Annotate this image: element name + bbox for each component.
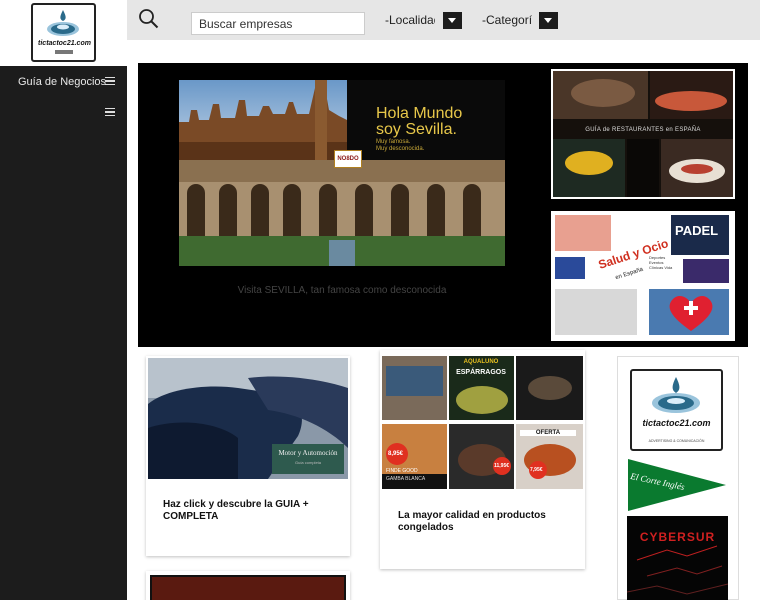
card-image — [150, 575, 346, 600]
logo-text: tictactoc21.com — [38, 40, 91, 47]
search-input[interactable] — [191, 12, 365, 35]
tictactoc-sponsor[interactable]: tictactoc21.com ADVERTISING & COMUNICACI… — [630, 369, 723, 451]
menu-icon[interactable] — [105, 108, 115, 116]
restaurant-image — [553, 71, 733, 197]
card-brand-2: FINDE GOOD — [386, 468, 418, 474]
card-price-3: 7,95€ — [530, 467, 543, 473]
card-title[interactable]: Haz click y descubre la GUIA + COMPLETA — [163, 499, 338, 523]
menu-icon[interactable] — [105, 77, 115, 85]
card-price-1: 8,95€ — [388, 451, 404, 457]
sidebar-item-guia[interactable]: Guía de Negocios — [0, 68, 127, 96]
chevron-down-icon[interactable] — [539, 12, 558, 29]
hero-subline-1: Muy famosa. — [376, 139, 411, 145]
sponsor-logo-tagline: ADVERTISING & COMUNICACIÓN — [648, 439, 705, 443]
card-title[interactable]: La mayor calidad en productos congelados — [398, 510, 568, 534]
restaurant-guide-banner[interactable]: GUÍA de RESTAURANTES en ESPAÑA — [551, 69, 735, 199]
card-image-label: Motor y Automoción — [278, 449, 338, 457]
card-congelados[interactable]: AQUALUNO ESPÁRRAGOS OFERTA 8,95€ 11,95€ … — [380, 350, 585, 569]
card-product-label: ESPÁRRAGOS — [456, 369, 506, 376]
location-select-value: -Localidad — [385, 13, 435, 27]
no8do-badge: NO8DO — [334, 150, 362, 168]
site-logo[interactable]: tictactoc21.com — [31, 3, 96, 62]
card-brand-label: AQUALUNO — [463, 359, 499, 365]
card-offer-tag: OFERTA — [520, 430, 576, 436]
health-leisure-list: Deportes Eventos Clínicas Vida — [649, 255, 673, 270]
hero-main-image[interactable]: Hola Mundo soy Sevilla. Muy famosa. Muy … — [179, 80, 505, 266]
hero-headline: Hola Mundo soy Sevilla. — [376, 105, 463, 138]
cybersur-text: CYBERSUR — [639, 530, 716, 544]
page: tictactoc21.com Guía de Negocios -Locali… — [0, 0, 760, 600]
water-drop-icon — [652, 377, 700, 413]
card-partial[interactable] — [146, 571, 350, 600]
hero-caption[interactable]: Visita SEVILLA, tan famosa como desconoc… — [179, 285, 505, 296]
cybersur-sponsor[interactable]: CYBERSUR — [627, 516, 728, 600]
search-icon[interactable] — [138, 8, 160, 30]
category-select-value: -Categoría — [482, 13, 532, 27]
sidebar-item-menu[interactable] — [0, 99, 127, 127]
chevron-down-icon[interactable] — [443, 12, 462, 29]
sidebar: Guía de Negocios — [0, 66, 127, 600]
category-select[interactable]: -Categoría — [482, 12, 558, 29]
restaurant-guide-text: GUÍA de RESTAURANTES en ESPAÑA — [585, 127, 701, 133]
el-corte-ingles-sponsor[interactable]: El Corte Inglés — [628, 459, 726, 511]
card-item: GAMBA BLANCA — [386, 476, 426, 482]
location-select[interactable]: -Localidad — [385, 12, 462, 29]
hero-subline-2: Muy desconocida. — [376, 146, 425, 152]
card-image-sub: Guía completa — [294, 460, 321, 465]
health-leisure-banner[interactable]: Salud y Ocio en España PADEL Deportes Ev… — [551, 211, 735, 341]
sponsor-logo-text: tictactoc21.com — [642, 418, 711, 428]
padel-label: PADEL — [675, 223, 719, 238]
card-price-2: 11,95€ — [494, 463, 510, 469]
logo-tagline — [55, 50, 73, 54]
card-motor[interactable]: Motor y Automoción Guía completa Haz cli… — [146, 356, 350, 556]
sidebar-item-label: Guía de Negocios — [18, 76, 107, 88]
cybersur-image — [627, 516, 728, 600]
